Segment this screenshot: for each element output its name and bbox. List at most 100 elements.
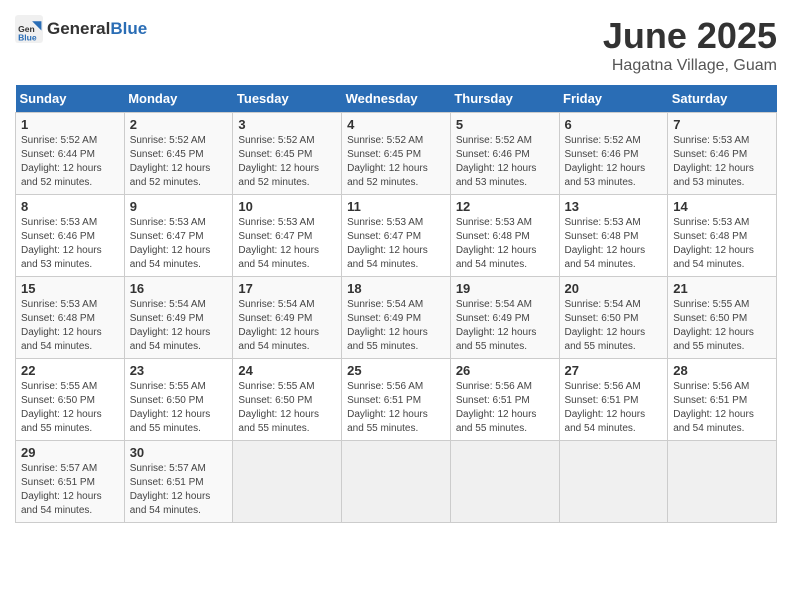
table-row	[668, 441, 777, 523]
calendar-week-row: 8 Sunrise: 5:53 AMSunset: 6:46 PMDaylight…	[16, 195, 777, 277]
col-monday: Monday	[124, 85, 233, 113]
day-info: Sunrise: 5:52 AMSunset: 6:46 PMDaylight:…	[565, 134, 663, 190]
table-row: 28 Sunrise: 5:56 AMSunset: 6:51 PMDayligh…	[668, 359, 777, 441]
day-number: 25	[347, 363, 445, 378]
table-row: 9 Sunrise: 5:53 AMSunset: 6:47 PMDaylight…	[124, 195, 233, 277]
day-number: 14	[673, 199, 771, 214]
day-info: Sunrise: 5:53 AMSunset: 6:46 PMDaylight:…	[21, 216, 119, 272]
table-row: 14 Sunrise: 5:53 AMSunset: 6:48 PMDayligh…	[668, 195, 777, 277]
day-info: Sunrise: 5:52 AMSunset: 6:45 PMDaylight:…	[130, 134, 228, 190]
day-info: Sunrise: 5:55 AMSunset: 6:50 PMDaylight:…	[673, 298, 771, 354]
table-row	[342, 441, 451, 523]
day-info: Sunrise: 5:54 AMSunset: 6:49 PMDaylight:…	[238, 298, 336, 354]
day-number: 17	[238, 281, 336, 296]
table-row: 15 Sunrise: 5:53 AMSunset: 6:48 PMDayligh…	[16, 277, 125, 359]
day-info: Sunrise: 5:56 AMSunset: 6:51 PMDaylight:…	[565, 380, 663, 436]
table-row: 23Sunrise: 5:55 AMSunset: 6:50 PMDayligh…	[124, 359, 233, 441]
table-row: 24 Sunrise: 5:55 AMSunset: 6:50 PMDayligh…	[233, 359, 342, 441]
day-number: 27	[565, 363, 663, 378]
table-row: 4Sunrise: 5:52 AMSunset: 6:45 PMDaylight…	[342, 113, 451, 195]
table-row: 26 Sunrise: 5:56 AMSunset: 6:51 PMDayligh…	[450, 359, 559, 441]
day-number: 20	[565, 281, 663, 296]
table-row: 16Sunrise: 5:54 AMSunset: 6:49 PMDayligh…	[124, 277, 233, 359]
day-info: Sunrise: 5:57 AMSunset: 6:51 PMDaylight:…	[21, 462, 119, 518]
day-info: Sunrise: 5:52 AMSunset: 6:46 PMDaylight:…	[456, 134, 554, 190]
day-info: Sunrise: 5:56 AMSunset: 6:51 PMDaylight:…	[673, 380, 771, 436]
table-row: 19 Sunrise: 5:54 AMSunset: 6:49 PMDayligh…	[450, 277, 559, 359]
calendar-table: Sunday Monday Tuesday Wednesday Thursday…	[15, 85, 777, 523]
day-number: 9	[130, 199, 228, 214]
day-number: 3	[238, 117, 336, 132]
table-row	[450, 441, 559, 523]
logo-icon: Gen Blue	[15, 15, 43, 43]
table-row: 2 Sunrise: 5:52 AMSunset: 6:45 PMDaylight…	[124, 113, 233, 195]
day-info: Sunrise: 5:55 AMSunset: 6:50 PMDaylight:…	[238, 380, 336, 436]
table-row: 18 Sunrise: 5:54 AMSunset: 6:49 PMDayligh…	[342, 277, 451, 359]
table-row: 3 Sunrise: 5:52 AMSunset: 6:45 PMDaylight…	[233, 113, 342, 195]
table-row: 5Sunrise: 5:52 AMSunset: 6:46 PMDaylight…	[450, 113, 559, 195]
svg-text:Blue: Blue	[18, 33, 37, 43]
logo-blue-text: Blue	[110, 19, 147, 39]
day-info: Sunrise: 5:54 AMSunset: 6:49 PMDaylight:…	[456, 298, 554, 354]
table-row	[559, 441, 668, 523]
day-info: Sunrise: 5:55 AMSunset: 6:50 PMDaylight:…	[21, 380, 119, 436]
day-info: Sunrise: 5:56 AMSunset: 6:51 PMDaylight:…	[456, 380, 554, 436]
day-number: 13	[565, 199, 663, 214]
day-info: Sunrise: 5:55 AMSunset: 6:50 PMDaylight:…	[130, 380, 228, 436]
table-row: 21 Sunrise: 5:55 AMSunset: 6:50 PMDayligh…	[668, 277, 777, 359]
col-tuesday: Tuesday	[233, 85, 342, 113]
day-number: 26	[456, 363, 554, 378]
calendar-header-row: Sunday Monday Tuesday Wednesday Thursday…	[16, 85, 777, 113]
table-row: 20 Sunrise: 5:54 AMSunset: 6:50 PMDayligh…	[559, 277, 668, 359]
day-number: 18	[347, 281, 445, 296]
day-number: 2	[130, 117, 228, 132]
calendar-week-row: 22 Sunrise: 5:55 AMSunset: 6:50 PMDayligh…	[16, 359, 777, 441]
day-info: Sunrise: 5:53 AMSunset: 6:48 PMDaylight:…	[565, 216, 663, 272]
day-info: Sunrise: 5:53 AMSunset: 6:48 PMDaylight:…	[673, 216, 771, 272]
table-row: 7Sunrise: 5:53 AMSunset: 6:46 PMDaylight…	[668, 113, 777, 195]
day-info: Sunrise: 5:54 AMSunset: 6:50 PMDaylight:…	[565, 298, 663, 354]
table-row: 29 Sunrise: 5:57 AMSunset: 6:51 PMDayligh…	[16, 441, 125, 523]
table-row: 11 Sunrise: 5:53 AMSunset: 6:47 PMDayligh…	[342, 195, 451, 277]
table-row: 25 Sunrise: 5:56 AMSunset: 6:51 PMDayligh…	[342, 359, 451, 441]
day-number: 8	[21, 199, 119, 214]
col-sunday: Sunday	[16, 85, 125, 113]
calendar-week-row: 15 Sunrise: 5:53 AMSunset: 6:48 PMDayligh…	[16, 277, 777, 359]
day-number: 21	[673, 281, 771, 296]
day-number: 12	[456, 199, 554, 214]
logo-general-text: General	[47, 19, 110, 39]
location-title: Hagatna Village, Guam	[603, 57, 777, 75]
title-area: June 2025 Hagatna Village, Guam	[603, 15, 777, 75]
day-number: 24	[238, 363, 336, 378]
col-saturday: Saturday	[668, 85, 777, 113]
day-number: 4	[347, 117, 445, 132]
day-number: 10	[238, 199, 336, 214]
day-info: Sunrise: 5:53 AMSunset: 6:48 PMDaylight:…	[456, 216, 554, 272]
day-number: 15	[21, 281, 119, 296]
day-number: 29	[21, 445, 119, 460]
day-number: 30	[130, 445, 228, 460]
day-number: 11	[347, 199, 445, 214]
day-number: 28	[673, 363, 771, 378]
calendar-week-row: 1Sunrise: 5:52 AMSunset: 6:44 PMDaylight…	[16, 113, 777, 195]
day-info: Sunrise: 5:57 AMSunset: 6:51 PMDaylight:…	[130, 462, 228, 518]
logo: Gen Blue GeneralBlue	[15, 15, 147, 43]
table-row: 8 Sunrise: 5:53 AMSunset: 6:46 PMDaylight…	[16, 195, 125, 277]
day-number: 19	[456, 281, 554, 296]
day-info: Sunrise: 5:53 AMSunset: 6:48 PMDaylight:…	[21, 298, 119, 354]
day-info: Sunrise: 5:53 AMSunset: 6:47 PMDaylight:…	[130, 216, 228, 272]
day-info: Sunrise: 5:53 AMSunset: 6:47 PMDaylight:…	[347, 216, 445, 272]
day-info: Sunrise: 5:54 AMSunset: 6:49 PMDaylight:…	[347, 298, 445, 354]
day-number: 22	[21, 363, 119, 378]
day-info: Sunrise: 5:54 AMSunset: 6:49 PMDaylight:…	[130, 298, 228, 354]
calendar-body: 1Sunrise: 5:52 AMSunset: 6:44 PMDaylight…	[16, 113, 777, 523]
table-row: 12 Sunrise: 5:53 AMSunset: 6:48 PMDayligh…	[450, 195, 559, 277]
day-info: Sunrise: 5:53 AMSunset: 6:46 PMDaylight:…	[673, 134, 771, 190]
table-row: 6Sunrise: 5:52 AMSunset: 6:46 PMDaylight…	[559, 113, 668, 195]
day-info: Sunrise: 5:53 AMSunset: 6:47 PMDaylight:…	[238, 216, 336, 272]
day-info: Sunrise: 5:56 AMSunset: 6:51 PMDaylight:…	[347, 380, 445, 436]
day-info: Sunrise: 5:52 AMSunset: 6:44 PMDaylight:…	[21, 134, 119, 190]
table-row	[233, 441, 342, 523]
table-row: 17 Sunrise: 5:54 AMSunset: 6:49 PMDayligh…	[233, 277, 342, 359]
day-info: Sunrise: 5:52 AMSunset: 6:45 PMDaylight:…	[238, 134, 336, 190]
